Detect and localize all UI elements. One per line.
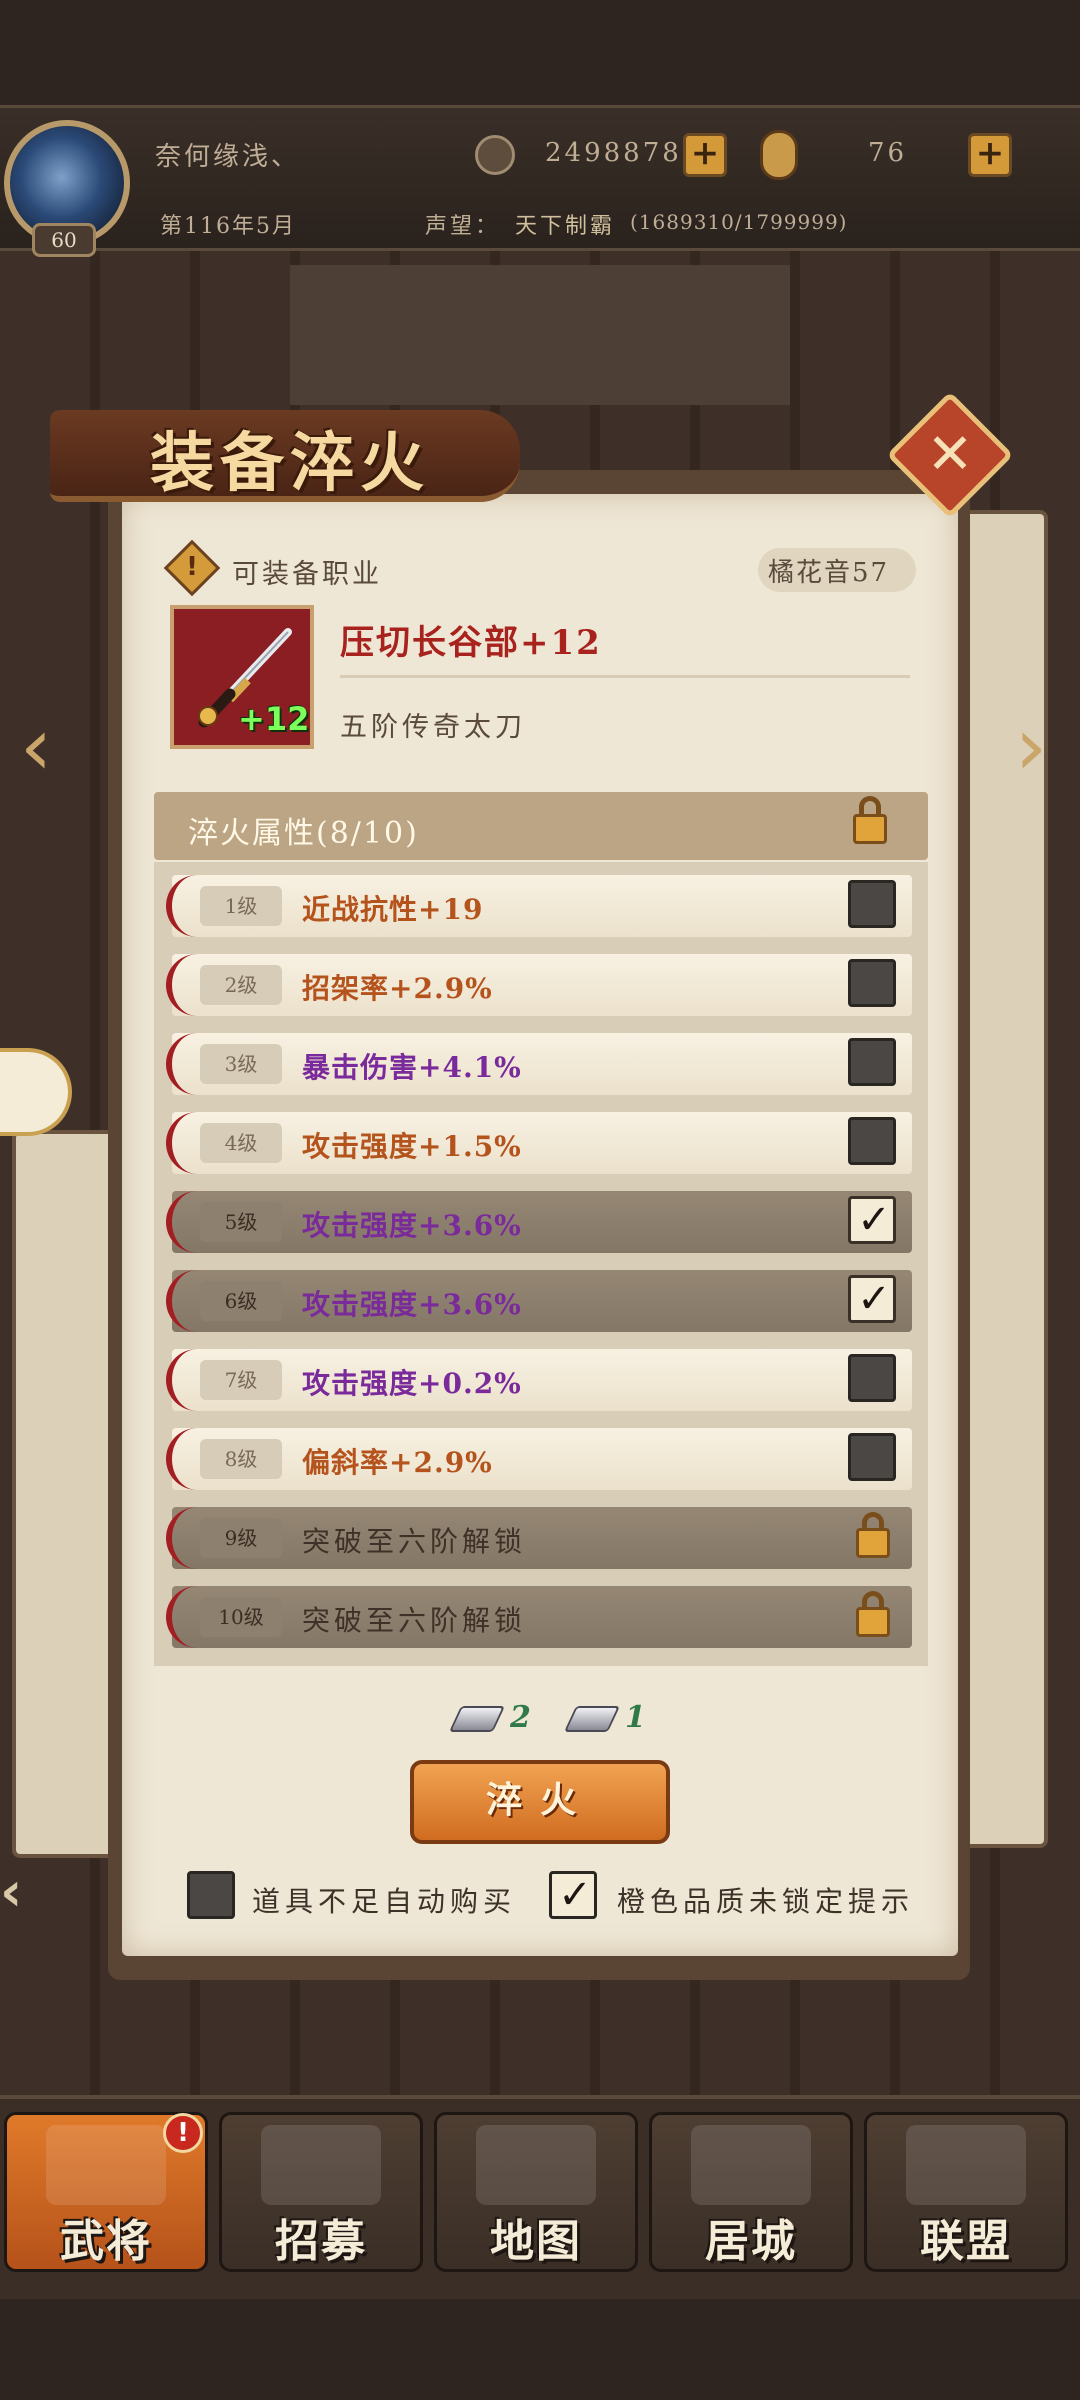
auto-buy-label: 道具不足自动购买 [252, 1885, 517, 1918]
samurai-helmet-icon [46, 2125, 166, 2205]
close-icon[interactable]: ✕ [905, 410, 995, 500]
material-count: 2 [510, 1700, 531, 1735]
katana-rack-icon [261, 2125, 381, 2205]
next-arrow-icon[interactable]: › [1015, 700, 1047, 793]
item-name: 压切长谷部+12 [340, 623, 602, 663]
attribute-row-5 [172, 1191, 912, 1253]
lock-attribute-checkbox[interactable] [848, 959, 896, 1007]
add-bars-button[interactable]: + [968, 133, 1012, 177]
checkmark-icon: ✓ [857, 1197, 891, 1243]
gold-amount: 2498878 [545, 138, 682, 168]
attribute-level: 8级 [200, 1439, 282, 1479]
equippable-job-label: 可装备职业 [232, 559, 382, 590]
attribute-level: 1级 [200, 886, 282, 926]
attribute-row-8 [172, 1428, 912, 1490]
background-window [290, 265, 790, 405]
prev-arrow-icon[interactable]: ‹ [20, 700, 52, 793]
attribute-text: 暴击伤害+4.1% [302, 1051, 522, 1084]
attribute-level: 10级 [200, 1597, 282, 1637]
attribute-row-4 [172, 1112, 912, 1174]
attribute-row-6 [172, 1270, 912, 1332]
tab-castle-label[interactable]: 居城 [649, 2205, 853, 2269]
tab-map-label[interactable]: 地图 [434, 2205, 638, 2269]
attribute-level: 6级 [200, 1281, 282, 1321]
attribute-level: 5级 [200, 1202, 282, 1242]
attribute-row-3 [172, 1033, 912, 1095]
attribute-row-7 [172, 1349, 912, 1411]
item-grade: 五阶传奇太刀 [340, 712, 526, 743]
tab-recruit-label[interactable]: 招募 [219, 2205, 423, 2269]
material-count: 1 [625, 1700, 646, 1735]
attribute-row-9 [172, 1507, 912, 1569]
auto-buy-checkbox[interactable] [187, 1871, 235, 1919]
gold-coin-icon [475, 135, 515, 175]
gold-bar-icon [760, 130, 798, 180]
castle-icon [691, 2125, 811, 2205]
item-enhance-level: +12 [238, 700, 310, 738]
attribute-level: 2级 [200, 965, 282, 1005]
checkmark-icon: ✓ [857, 1276, 891, 1322]
attribute-level: 3级 [200, 1044, 282, 1084]
orange-hint-label: 橙色品质未锁定提示 [617, 1885, 915, 1918]
item-divider [340, 675, 910, 678]
player-name: 奈何缘浅、 [155, 142, 301, 172]
attribute-level: 9级 [200, 1518, 282, 1558]
dialog-title: 装备淬火 [150, 426, 430, 501]
quench-button-label[interactable]: 淬火 [410, 1760, 670, 1844]
attribute-text: 攻击强度+3.6% [302, 1288, 522, 1321]
attribute-text: 攻击强度+1.5% [302, 1130, 522, 1163]
character-tag-text: 橘花音57 [768, 558, 890, 588]
lock-attribute-checkbox[interactable] [848, 880, 896, 928]
attribute-level: 7级 [200, 1360, 282, 1400]
attribute-text: 攻击强度+0.2% [302, 1367, 522, 1400]
lock-attribute-checkbox[interactable] [848, 1354, 896, 1402]
lock-attribute-checkbox[interactable] [848, 1433, 896, 1481]
attribute-row-2 [172, 954, 912, 1016]
add-gold-button[interactable]: + [683, 133, 727, 177]
fame-title: 天下制霸 [515, 214, 616, 239]
attribute-row-10 [172, 1586, 912, 1648]
fame-label: 声望： [425, 214, 501, 239]
exclamation-icon: ! [186, 552, 198, 582]
attributes-header-title: 淬火属性(8/10) [188, 816, 419, 851]
attribute-text: 突破至六阶解锁 [302, 1604, 527, 1637]
player-level: 60 [32, 223, 96, 257]
attribute-text: 偏斜率+2.9% [302, 1446, 493, 1479]
attribute-text: 攻击强度+3.6% [302, 1209, 522, 1242]
attribute-text: 突破至六阶解锁 [302, 1525, 527, 1558]
attribute-row-1 [172, 875, 912, 937]
gold-bar-amount: 76 [868, 138, 908, 168]
game-date: 第116年5月 [160, 214, 296, 239]
scroll-map-icon [476, 2125, 596, 2205]
attribute-text: 招架率+2.9% [302, 972, 493, 1005]
alliance-banner-icon [906, 2125, 1026, 2205]
tab-generals-label[interactable]: 武将 [4, 2205, 208, 2269]
checkmark-icon: ✓ [558, 1872, 592, 1918]
notification-badge: ! [163, 2113, 203, 2153]
attribute-level: 4级 [200, 1123, 282, 1163]
lock-attribute-checkbox[interactable] [848, 1117, 896, 1165]
lock-attribute-checkbox[interactable] [848, 1038, 896, 1086]
tab-alliance-label[interactable]: 联盟 [864, 2205, 1068, 2269]
fame-progress: (1689310/1799999) [630, 210, 848, 234]
attribute-text: 近战抗性+19 [302, 893, 484, 926]
